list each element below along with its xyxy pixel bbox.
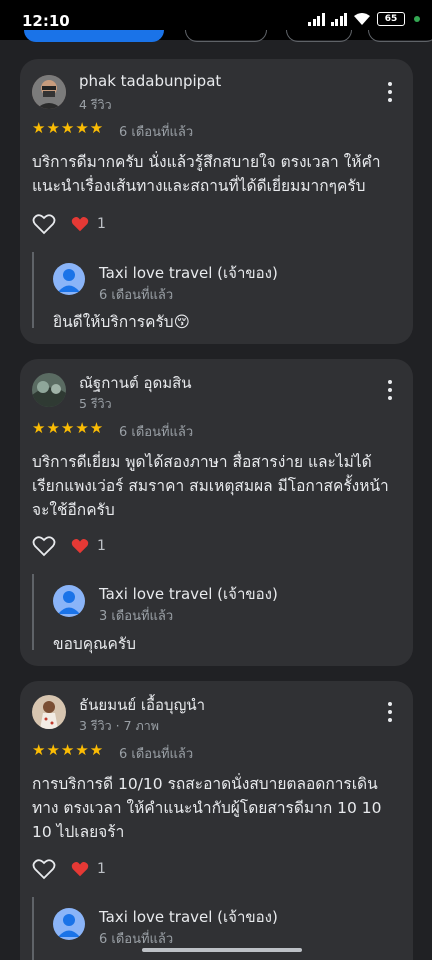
reply-divider: [32, 252, 34, 328]
star-rating: ★★★★★: [32, 419, 105, 437]
charging-dot-icon: [414, 16, 420, 22]
reply-divider: [32, 897, 34, 960]
filter-chips: [0, 30, 432, 44]
filter-chip[interactable]: [286, 30, 352, 42]
reviewer-name[interactable]: ณัฐกานต์ อุดมสิน: [79, 371, 192, 395]
reviewer-meta: 4 รีวิว: [79, 97, 112, 112]
review-text: การบริการดี 10/10 รถสะอาดนั่งสบายตลอดการ…: [32, 775, 382, 841]
like-count: 1: [97, 861, 106, 877]
heart-outline-icon[interactable]: [32, 858, 56, 880]
more-options-icon[interactable]: [387, 702, 393, 722]
reviewer-name[interactable]: phak tadabunpipat: [79, 72, 221, 90]
review-card: ธันยมนย์ เอื้อบุญนำ 3 รีวิว · 7 ภาพ ★★★★…: [20, 681, 413, 960]
reviewer-meta: 3 รีวิว · 7 ภาพ: [79, 718, 160, 733]
avatar: [32, 373, 66, 407]
filter-chip[interactable]: [185, 30, 267, 42]
status-icons: 65: [308, 12, 420, 26]
battery-icon: 65: [377, 12, 405, 26]
heart-outline-icon[interactable]: [32, 213, 56, 235]
status-time: 12:10: [22, 12, 70, 30]
reviewer-name[interactable]: ธันยมนย์ เอื้อบุญนำ: [79, 693, 205, 717]
avatar: [32, 695, 66, 729]
review-card: ณัฐกานต์ อุดมสิน 5 รีวิว ★★★★★ 6 เดือนที…: [20, 359, 413, 666]
review-text: บริการดีเยี่ยม พูดได้สองภาษา สื่อสารง่าย…: [32, 453, 389, 519]
more-options-icon[interactable]: [387, 380, 393, 400]
reply-divider: [32, 574, 34, 650]
star-rating: ★★★★★: [32, 741, 105, 759]
filter-chip[interactable]: [368, 30, 432, 42]
heart-reaction-icon: [71, 862, 89, 877]
review-time: 6 เดือนที่แล้ว: [119, 747, 194, 762]
heart-outline-icon[interactable]: [32, 535, 56, 557]
owner-name: Taxi love travel (เจ้าของ): [99, 585, 278, 603]
filter-chip-active[interactable]: [24, 30, 164, 42]
avatar: [32, 75, 66, 109]
heart-reaction-icon: [71, 217, 89, 232]
review-card: phak tadabunpipat 4 รีวิว ★★★★★ 6 เดือนท…: [20, 59, 413, 344]
owner-name: Taxi love travel (เจ้าของ): [99, 264, 278, 282]
owner-name: Taxi love travel (เจ้าของ): [99, 908, 278, 926]
owner-avatar: [53, 585, 85, 617]
review-time: 6 เดือนที่แล้ว: [119, 125, 194, 140]
owner-reply-time: 3 เดือนที่แล้ว: [99, 609, 174, 624]
star-rating: ★★★★★: [32, 119, 105, 137]
owner-avatar: [53, 908, 85, 940]
like-count: 1: [97, 216, 106, 232]
heart-reaction-icon: [71, 539, 89, 554]
battery-level: 65: [384, 14, 398, 24]
reviewer-meta: 5 รีวิว: [79, 396, 112, 411]
signal-icon: [308, 12, 325, 26]
owner-avatar: [53, 263, 85, 295]
owner-reply-time: 6 เดือนที่แล้ว: [99, 288, 174, 303]
more-options-icon[interactable]: [387, 82, 393, 102]
owner-reply-time: 6 เดือนที่แล้ว: [99, 932, 174, 947]
like-count: 1: [97, 538, 106, 554]
home-indicator[interactable]: [142, 948, 302, 952]
signal-icon-2: [330, 12, 347, 26]
owner-reply-text: ขอบคุณครับ: [53, 635, 137, 653]
owner-reply-text: ยินดีให้บริการครับ😚: [53, 313, 190, 331]
review-text: บริการดีมากครับ นั่งแล้วรู้สึกสบายใจ ตรง…: [32, 153, 381, 195]
wifi-icon: [354, 13, 370, 25]
review-time: 6 เดือนที่แล้ว: [119, 425, 194, 440]
